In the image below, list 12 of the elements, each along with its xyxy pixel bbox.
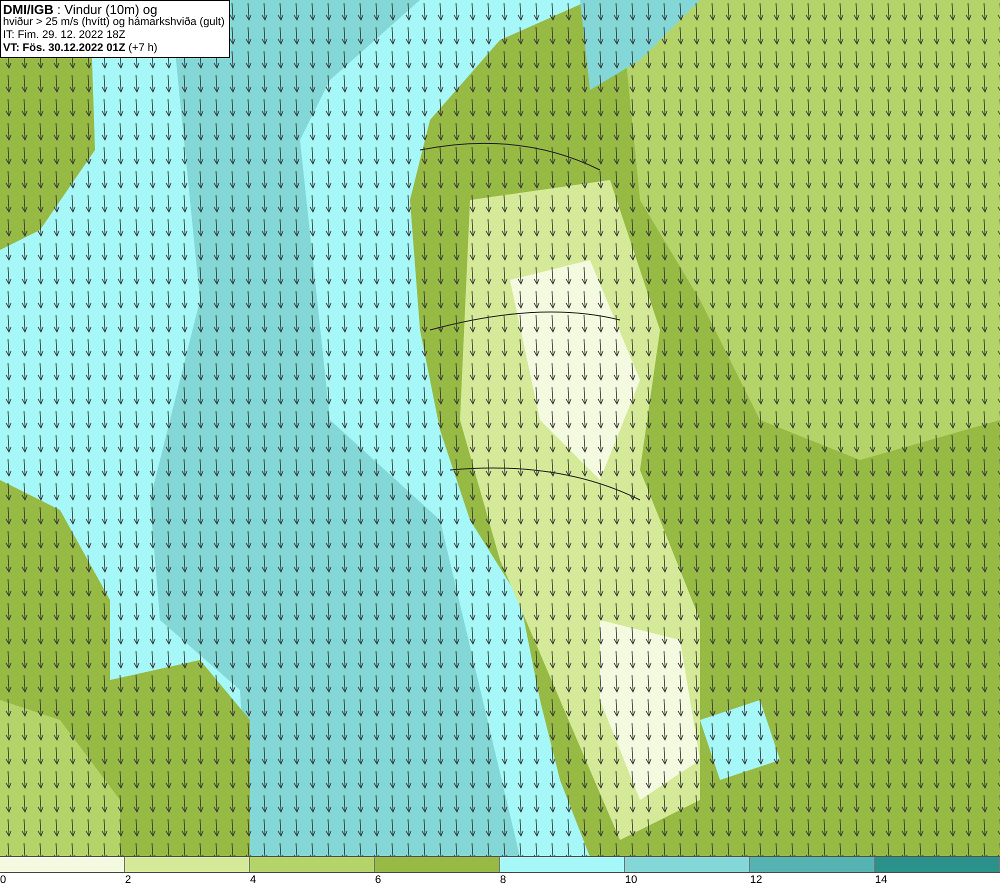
info-text: DMI/IGB : Vindur (10m) og	[3, 3, 158, 16]
scale-label: 10	[625, 873, 638, 887]
scale-label: 12	[750, 873, 762, 887]
scale-label: 2	[125, 873, 132, 887]
scale-label: 0	[0, 873, 6, 887]
info-text: hviður > 25 m/s (hvítt) og hámarkshviða (gult)	[3, 16, 225, 29]
scale-label: 14	[875, 873, 888, 887]
info-text: VT: Fös. 30.12.2022 01Z (+7 h)	[3, 42, 158, 55]
scale-label: 6	[375, 873, 382, 887]
info-text: IT: Fim. 29. 12. 2022 18Z	[3, 29, 126, 42]
scale-label: 8	[500, 873, 506, 887]
scale-label: 4	[250, 873, 256, 887]
